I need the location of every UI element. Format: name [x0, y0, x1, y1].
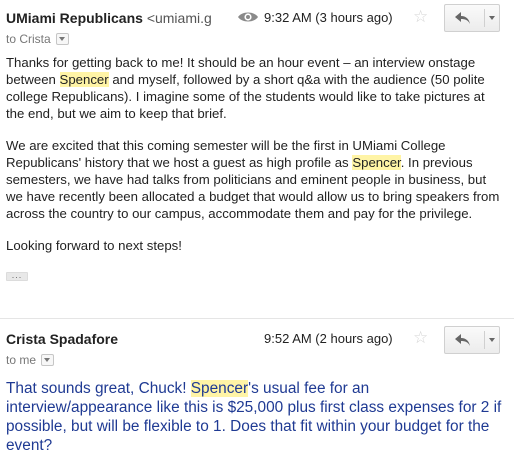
recipient-text: to Crista — [6, 32, 51, 46]
message-time: 9:52 AM (2 hours ago) — [264, 331, 393, 346]
sender-email: <umiami.g — [146, 10, 212, 26]
show-trimmed-content-button[interactable]: ... — [6, 271, 28, 281]
reply-icon — [455, 12, 470, 24]
button-divider — [484, 9, 485, 27]
text-run: That sounds great, Chuck! — [6, 380, 191, 397]
recipient-line: to me — [6, 353, 55, 367]
more-actions-chevron-icon[interactable] — [489, 16, 495, 20]
button-divider — [484, 331, 485, 349]
highlighted-name: Spencer — [352, 155, 401, 170]
star-icon[interactable]: ☆ — [413, 8, 428, 25]
recipient-line: to Crista — [6, 32, 69, 46]
reply-button[interactable] — [444, 4, 500, 32]
eye-icon — [238, 12, 258, 22]
body-paragraph-1: Thanks for getting back to me! It should… — [6, 54, 506, 122]
show-details-dropdown[interactable] — [41, 354, 55, 366]
body-paragraph-2: We are excited that this coming semester… — [6, 137, 506, 222]
body-paragraph-3: Looking forward to next steps! — [6, 238, 182, 253]
more-actions-chevron-icon[interactable] — [489, 338, 495, 342]
highlighted-name: Spencer — [190, 380, 249, 397]
message-body: Thanks for getting back to me! It should… — [6, 54, 506, 269]
highlighted-name: Spencer — [59, 72, 109, 87]
email-message-2: Crista Spadafore to me 9:52 AM (2 hours … — [0, 318, 514, 459]
star-icon[interactable]: ☆ — [413, 329, 428, 346]
message-time: 9:32 AM (3 hours ago) — [264, 10, 393, 25]
sender-name[interactable]: Crista Spadafore — [6, 331, 118, 347]
reply-button[interactable] — [444, 326, 500, 354]
recipient-text: to me — [6, 353, 37, 367]
sender-name-text: UMiami Republicans — [6, 10, 143, 26]
show-details-dropdown[interactable] — [55, 33, 69, 45]
message-body: That sounds great, Chuck! Spencer's usua… — [6, 379, 506, 455]
reply-icon — [455, 334, 470, 346]
email-message-1: UMiami Republicans <umiami.g to Crista 9… — [0, 0, 514, 318]
sender-name[interactable]: UMiami Republicans <umiami.g — [6, 10, 212, 26]
